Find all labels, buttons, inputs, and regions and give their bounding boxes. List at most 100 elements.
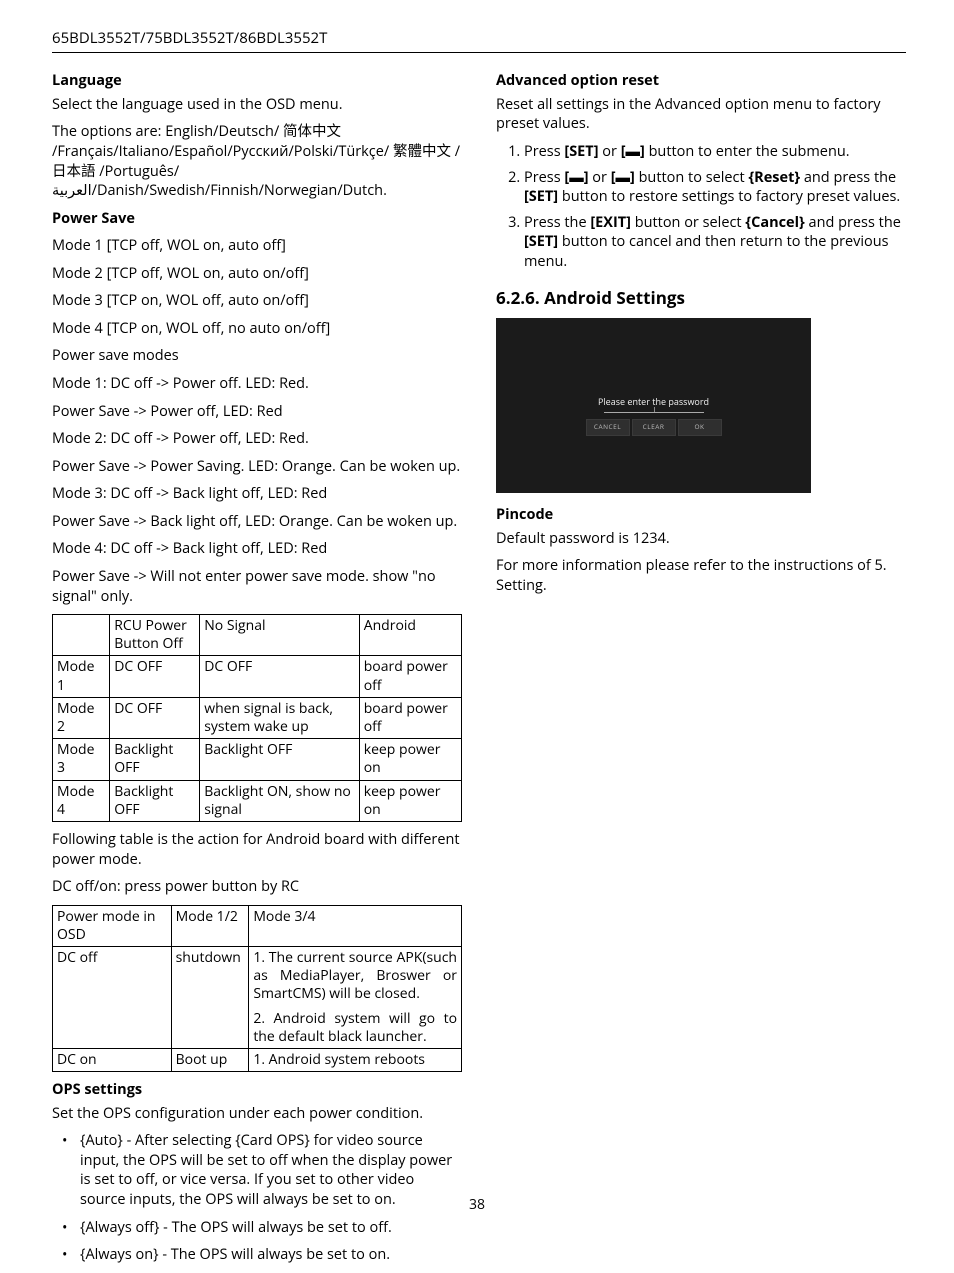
adv-reset-heading: Advanced option reset (496, 71, 906, 91)
table-row: DC on Boot up 1. Android system reboots (53, 1048, 462, 1071)
list-item: Press [SET] or [▬] button to enter the s… (524, 142, 906, 162)
pincode-heading: Pincode (496, 505, 906, 525)
android-board-note-1: Following table is the action for Androi… (52, 830, 462, 869)
text: Press the (524, 213, 590, 232)
table-row: Mode 2 DC OFF when signal is back, syste… (53, 697, 462, 738)
text: or (599, 142, 621, 161)
table-row: RCU Power Button Off No Signal Android (53, 615, 462, 656)
ps-line: Mode 4: DC off -> Back light off, LED: R… (52, 539, 462, 559)
btn-ref: [▬] (621, 142, 645, 161)
cell: DC OFF (110, 656, 200, 697)
ps-line: Mode 3: DC off -> Back light off, LED: R… (52, 484, 462, 504)
text: button to enter the submenu. (645, 142, 850, 161)
cell: 1. Android system reboots (249, 1048, 462, 1071)
cell: Boot up (171, 1048, 249, 1071)
text: button to select (635, 168, 749, 187)
ps-line: Mode 3 [TCP on, WOL off, auto on/off] (52, 291, 462, 311)
cell: board power off (359, 697, 461, 738)
doc-header: 65BDL3552T/75BDL3552T/86BDL3552T (52, 28, 906, 48)
btn-ref: [SET] (524, 232, 558, 251)
cell: Backlight OFF (110, 780, 200, 821)
powersave-lines: Mode 1 [TCP off, WOL on, auto off] Mode … (52, 236, 462, 606)
ps-line: Power Save -> Power off, LED: Red (52, 402, 462, 422)
btn-ref: [▬] (564, 168, 588, 187)
cell: DC on (53, 1048, 172, 1071)
cell: RCU Power Button Off (110, 615, 200, 656)
adv-reset-desc: Reset all settings in the Advanced optio… (496, 95, 906, 134)
cell: keep power on (359, 739, 461, 780)
cell: Power mode in OSD (53, 905, 172, 946)
ps-line: Mode 2: DC off -> Power off, LED: Red. (52, 429, 462, 449)
adv-reset-steps: Press [SET] or [▬] button to enter the s… (496, 142, 906, 271)
powersave-heading: Power Save (52, 209, 462, 229)
cell: Mode 4 (53, 780, 110, 821)
android-settings-heading: 6.2.6. Android Settings (496, 287, 906, 310)
ps-line: Power Save -> Will not enter power save … (52, 567, 462, 606)
cell: Backlight OFF (200, 739, 360, 780)
cell (53, 615, 110, 656)
text: Press (524, 168, 564, 187)
ps-line: Power Save -> Back light off, LED: Orang… (52, 512, 462, 532)
cell: when signal is back, system wake up (200, 697, 360, 738)
language-heading: Language (52, 71, 462, 91)
text: Press (524, 142, 564, 161)
android-password-screenshot: Please enter the password CANCEL CLEAR O… (496, 318, 811, 493)
page-number: 38 (0, 1196, 954, 1215)
cell: DC off (53, 947, 172, 1049)
cell-part: 2. Android system will go to the default… (253, 1010, 457, 1046)
cell: board power off (359, 656, 461, 697)
cell: 1. The current source APK(such as MediaP… (249, 947, 462, 1049)
ops-desc: Set the OPS configuration under each pow… (52, 1104, 462, 1124)
ps-line: Power Save -> Power Saving. LED: Orange.… (52, 457, 462, 477)
pincode-desc-2: For more information please refer to the… (496, 556, 906, 595)
btn-ref: [SET] (564, 142, 598, 161)
list-item: {Always on} - The OPS will always be set… (52, 1245, 462, 1265)
cell: DC OFF (110, 697, 200, 738)
cancel-button[interactable]: CANCEL (586, 419, 630, 436)
cell: No Signal (200, 615, 360, 656)
ps-line: Mode 1: DC off -> Power off. LED: Red. (52, 374, 462, 394)
table-row: Mode 1 DC OFF DC OFF board power off (53, 656, 462, 697)
cell: DC OFF (200, 656, 360, 697)
left-column: Language Select the language used in the… (52, 63, 462, 1272)
pincode-desc-1: Default password is 1234. (496, 529, 906, 549)
ok-button[interactable]: OK (678, 419, 722, 436)
ops-heading: OPS settings (52, 1080, 462, 1100)
cell: Android (359, 615, 461, 656)
text: button to cancel and then return to the … (524, 232, 889, 271)
ps-line: Mode 4 [TCP on, WOL off, no auto on/off] (52, 319, 462, 339)
cell: Backlight ON, show no signal (200, 780, 360, 821)
power-mode-table-1: RCU Power Button Off No Signal Android M… (52, 614, 462, 822)
btn-ref: {Cancel} (745, 213, 804, 232)
password-input[interactable] (604, 412, 704, 413)
cell: Mode 1 (53, 656, 110, 697)
table-row: Power mode in OSD Mode 1/2 Mode 3/4 (53, 905, 462, 946)
cell: Mode 1/2 (171, 905, 249, 946)
text: and press the (800, 168, 896, 187)
power-mode-table-2: Power mode in OSD Mode 1/2 Mode 3/4 DC o… (52, 905, 462, 1073)
cell: shutdown (171, 947, 249, 1049)
language-desc-2: The options are: English/Deutsch/ 简体中文 /… (52, 122, 462, 200)
right-column: Advanced option reset Reset all settings… (496, 63, 906, 1272)
text: or (589, 168, 611, 187)
table-row: Mode 3 Backlight OFF Backlight OFF keep … (53, 739, 462, 780)
btn-ref: [SET] (524, 187, 558, 206)
android-board-note-2: DC off/on: press power button by RC (52, 877, 462, 897)
header-rule (52, 52, 906, 53)
cell: Backlight OFF (110, 739, 200, 780)
table-row: DC off shutdown 1. The current source AP… (53, 947, 462, 1049)
text: and press the (805, 213, 901, 232)
text: button to restore settings to factory pr… (558, 187, 900, 206)
cell: keep power on (359, 780, 461, 821)
language-desc-1: Select the language used in the OSD menu… (52, 95, 462, 115)
ps-line: Mode 1 [TCP off, WOL on, auto off] (52, 236, 462, 256)
ps-line: Mode 2 [TCP off, WOL on, auto on/off] (52, 264, 462, 284)
btn-ref: {Reset} (748, 168, 800, 187)
cell: Mode 2 (53, 697, 110, 738)
cell-part: 1. The current source APK(such as MediaP… (253, 949, 457, 1004)
table-row: Mode 4 Backlight OFF Backlight ON, show … (53, 780, 462, 821)
cell: Mode 3/4 (249, 905, 462, 946)
ps-line: Power save modes (52, 346, 462, 366)
clear-button[interactable]: CLEAR (632, 419, 676, 436)
text: button or select (631, 213, 745, 232)
